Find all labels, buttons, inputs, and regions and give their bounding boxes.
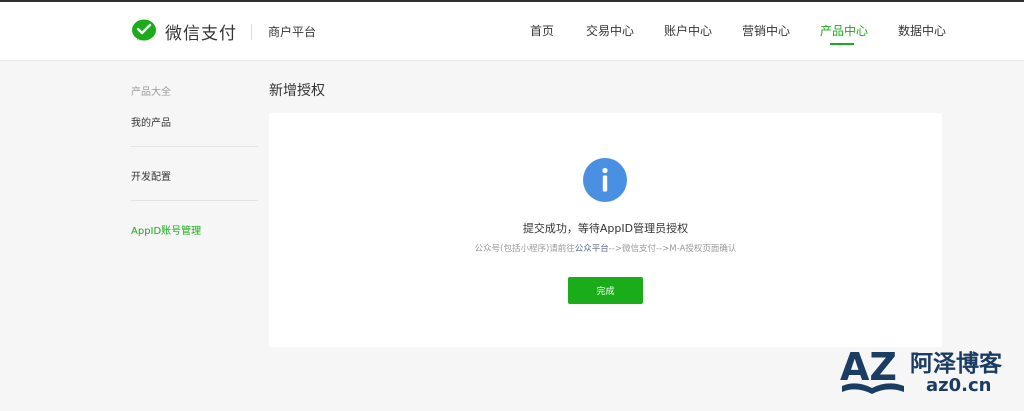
official-platform-link[interactable]: 公众平台	[575, 244, 609, 254]
page-title: 新增授权	[269, 83, 325, 99]
svg-text:AZ: AZ	[840, 345, 897, 389]
nav-data[interactable]: 数据中心	[898, 22, 946, 39]
nav-transactions[interactable]: 交易中心	[586, 22, 634, 39]
nav-account[interactable]: 账户中心	[664, 22, 712, 39]
sidebar-divider	[131, 146, 258, 147]
sidebar-item-appid-management[interactable]: AppID账号管理	[131, 222, 201, 237]
info-icon	[583, 158, 627, 202]
az-logo-icon: AZ	[840, 345, 904, 394]
watermark-domain: az0.cn	[926, 375, 992, 396]
brand-subtitle: 商户平台	[268, 25, 317, 39]
description-suffix: -->微信支付-->M-A授权页面确认	[608, 244, 737, 254]
result-message-description: 公众号(包括小程序)请前往公众平台-->微信支付-->M-A授权页面确认	[269, 242, 942, 254]
brand[interactable]: 微信支付	[131, 17, 237, 45]
nav-home[interactable]: 首页	[530, 22, 554, 39]
brand-name: 微信支付	[165, 23, 237, 44]
nav-active-indicator	[830, 43, 854, 45]
brand-divider	[251, 24, 252, 40]
nav-products[interactable]: 产品中心	[820, 22, 868, 39]
sidebar-group-title: 产品大全	[131, 87, 171, 98]
wechat-pay-logo-icon	[132, 19, 156, 41]
nav-marketing[interactable]: 营销中心	[742, 22, 790, 39]
sidebar-item-my-products[interactable]: 我的产品	[131, 114, 171, 129]
done-button[interactable]: 完成	[568, 277, 643, 304]
description-prefix: 公众号(包括小程序)请前往	[474, 244, 575, 254]
sidebar-divider	[131, 200, 258, 201]
watermark-name: 阿泽博客	[910, 351, 1002, 377]
result-message-title: 提交成功，等待AppID管理员授权	[522, 222, 689, 235]
watermark: AZ 阿泽博客 az0.cn	[838, 340, 1018, 400]
result-card: 提交成功，等待AppID管理员授权 公众号(包括小程序)请前往公众平台-->微信…	[269, 113, 942, 347]
top-header: 微信支付 商户平台 首页 交易中心 账户中心 营销中心 产品中心 数据中心	[0, 0, 1024, 61]
sidebar-item-dev-config[interactable]: 开发配置	[131, 168, 171, 183]
